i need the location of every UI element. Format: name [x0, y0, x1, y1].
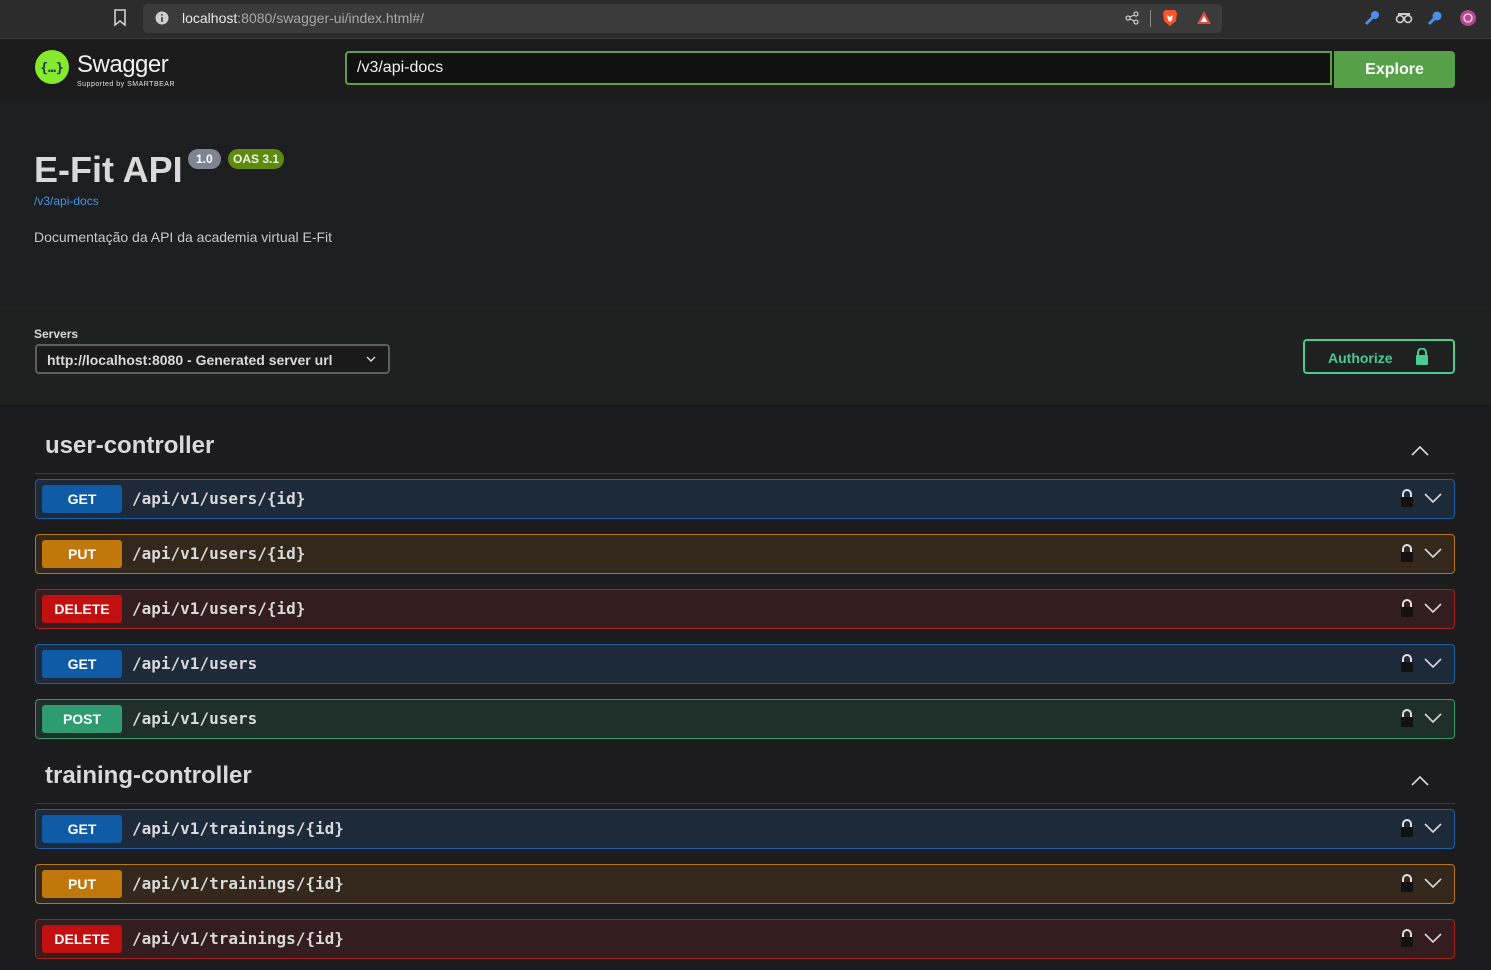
operation-path: /api/v1/users	[132, 654, 258, 673]
chevron-down-icon	[366, 356, 376, 362]
servers-select[interactable]: http://localhost:8080 - Generated server…	[35, 344, 390, 374]
method-badge: DELETE	[42, 595, 122, 623]
swagger-logo-subtext: Supported by SMARTBEAR	[77, 81, 176, 88]
operation-path: /api/v1/users/{id}	[132, 599, 306, 618]
lock-icon[interactable]	[1400, 819, 1414, 837]
operation-path: /api/v1/users/{id}	[132, 489, 306, 508]
operation-path: /api/v1/trainings/{id}	[132, 929, 344, 948]
chevron-down-icon[interactable]	[1424, 878, 1442, 888]
extension-magnifier-icon[interactable]	[1427, 9, 1445, 27]
method-badge: GET	[42, 485, 122, 513]
operation-put-users-id[interactable]: PUT /api/v1/users/{id}	[35, 534, 1455, 574]
api-description: Documentação da API da academia virtual …	[34, 229, 333, 245]
swagger-logo-text: Swagger	[77, 51, 169, 78]
chevron-up-icon[interactable]	[1411, 446, 1429, 456]
spec-link[interactable]: /v3/api-docs	[34, 194, 99, 208]
lock-icon[interactable]	[1400, 544, 1414, 562]
site-info-icon[interactable]	[155, 11, 169, 25]
method-badge: GET	[42, 650, 122, 678]
operation-path: /api/v1/users/{id}	[132, 544, 306, 563]
chevron-down-icon[interactable]	[1424, 493, 1442, 503]
method-badge: GET	[42, 815, 122, 843]
tag-header-user-controller[interactable]: user-controller	[35, 432, 1455, 474]
chevron-down-icon[interactable]	[1424, 933, 1442, 943]
lock-icon[interactable]	[1400, 929, 1414, 947]
browser-toolbar: localhost:8080/swagger-ui/index.html#/	[0, 0, 1491, 39]
chevron-down-icon[interactable]	[1424, 658, 1442, 668]
url-path: :8080/swagger-ui/index.html#/	[237, 10, 425, 26]
operation-path: /api/v1/trainings/{id}	[132, 819, 344, 838]
method-badge: PUT	[42, 540, 122, 568]
operation-get-trainings-id[interactable]: GET /api/v1/trainings/{id}	[35, 809, 1455, 849]
operation-get-users-id[interactable]: GET /api/v1/users/{id}	[35, 479, 1455, 519]
version-badge: 1.0	[188, 149, 221, 169]
lock-icon[interactable]	[1400, 654, 1414, 672]
lock-open-icon	[1416, 348, 1428, 365]
lock-icon[interactable]	[1400, 489, 1414, 507]
bookmark-icon[interactable]	[113, 9, 127, 27]
operation-get-users[interactable]: GET /api/v1/users	[35, 644, 1455, 684]
url-text: localhost:8080/swagger-ui/index.html#/	[182, 10, 424, 26]
chevron-down-icon[interactable]	[1424, 603, 1442, 613]
extension-glasses-icon[interactable]	[1395, 9, 1413, 27]
extension-profile-icon[interactable]	[1459, 9, 1477, 27]
svg-text:{…}: {…}	[40, 61, 63, 76]
servers-label: Servers	[34, 327, 79, 341]
servers-section: Servers http://localhost:8080 - Generate…	[0, 305, 1491, 405]
lock-icon[interactable]	[1400, 874, 1414, 892]
operation-delete-users-id[interactable]: DELETE /api/v1/users/{id}	[35, 589, 1455, 629]
chevron-down-icon[interactable]	[1424, 713, 1442, 723]
operation-path: /api/v1/users	[132, 709, 258, 728]
tag-header-training-controller[interactable]: training-controller	[35, 762, 1455, 804]
method-badge: PUT	[42, 870, 122, 898]
swagger-topbar: {…} Swagger Supported by SMARTBEAR Explo…	[0, 39, 1491, 99]
chevron-down-icon[interactable]	[1424, 548, 1442, 558]
brave-shields-icon[interactable]	[1162, 9, 1178, 27]
explore-button[interactable]: Explore	[1334, 51, 1455, 88]
operation-put-trainings-id[interactable]: PUT /api/v1/trainings/{id}	[35, 864, 1455, 904]
share-icon[interactable]	[1125, 11, 1139, 25]
operation-path: /api/v1/trainings/{id}	[132, 874, 344, 893]
address-divider	[1150, 10, 1151, 27]
operation-post-users[interactable]: POST /api/v1/users	[35, 699, 1455, 739]
brave-rewards-icon[interactable]	[1196, 10, 1212, 26]
api-title: E-Fit API	[34, 149, 183, 190]
chevron-down-icon[interactable]	[1424, 823, 1442, 833]
oas-badge: OAS 3.1	[228, 149, 285, 169]
servers-selected-value: http://localhost:8080 - Generated server…	[47, 352, 333, 368]
chevron-up-icon[interactable]	[1411, 776, 1429, 786]
authorize-label: Authorize	[1328, 350, 1393, 366]
authorize-button[interactable]: Authorize	[1303, 339, 1455, 374]
lock-icon[interactable]	[1400, 709, 1414, 727]
method-badge: DELETE	[42, 925, 122, 953]
tag-title: user-controller	[45, 432, 215, 459]
swagger-logo-icon[interactable]: {…}	[34, 49, 70, 85]
address-bar[interactable]: localhost:8080/swagger-ui/index.html#/	[143, 4, 1222, 33]
url-host: localhost	[182, 10, 238, 26]
spec-url-input[interactable]	[345, 51, 1332, 85]
lock-icon[interactable]	[1400, 599, 1414, 617]
extension-wrench-icon[interactable]	[1363, 9, 1381, 27]
operation-delete-trainings-id[interactable]: DELETE /api/v1/trainings/{id}	[35, 919, 1455, 959]
tag-title: training-controller	[45, 762, 252, 789]
method-badge: POST	[42, 705, 122, 733]
